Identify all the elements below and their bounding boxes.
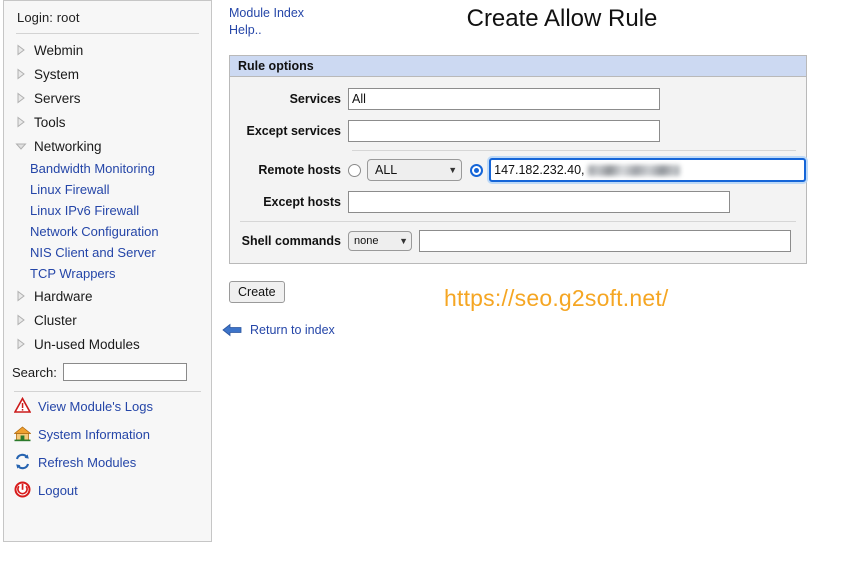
sidebar-tool-label: Logout [38, 482, 78, 498]
sidebar-item-network-configuration[interactable]: Network Configuration [4, 221, 211, 242]
shell-commands-label: Shell commands [241, 234, 341, 248]
except-services-input[interactable] [348, 120, 660, 142]
remote-hosts-input[interactable]: 147.182.232.40, [489, 158, 806, 182]
sidebar-item-label: Webmin [34, 42, 84, 58]
sidebar-tool-refresh-modules[interactable]: Refresh Modules [4, 448, 211, 476]
sidebar-item-label: Networking [34, 138, 102, 154]
power-icon [14, 481, 32, 499]
chevron-right-icon [14, 43, 30, 57]
except-services-label: Except services [246, 124, 341, 138]
home-icon [13, 425, 32, 443]
remote-hosts-label: Remote hosts [258, 163, 341, 177]
refresh-icon [14, 453, 32, 471]
sidebar-item-networking[interactable]: Networking [4, 134, 211, 158]
sidebar-item-nis-client-and-server[interactable]: NIS Client and Server [4, 242, 211, 263]
return-to-index-label: Return to index [250, 323, 335, 337]
sidebar-item-system[interactable]: System [4, 62, 211, 86]
sidebar-subitem-label: Bandwidth Monitoring [30, 161, 156, 176]
remote-hosts-radio-all[interactable] [348, 163, 361, 177]
sidebar-item-label: Tools [34, 114, 66, 130]
warning-triangle-icon [13, 396, 32, 415]
services-input[interactable] [348, 88, 660, 110]
chevron-down-icon: ▼ [448, 164, 458, 175]
sidebar-tool-logout[interactable]: Logout [4, 476, 211, 504]
sidebar-item-tools[interactable]: Tools [4, 110, 211, 134]
field-row-services: Services [230, 83, 806, 115]
field-row-except-services: Except services [230, 115, 806, 147]
main-content: Module Index Help.. Create Allow Rule Ru… [212, 0, 852, 571]
redacted-host-value [587, 164, 680, 176]
sidebar-item-bandwidth-monitoring[interactable]: Bandwidth Monitoring [4, 158, 211, 179]
login-label: Login: root [17, 10, 80, 25]
shell-commands-select[interactable]: none ▼ [348, 231, 412, 251]
sidebar-item-servers[interactable]: Servers [4, 86, 211, 110]
chevron-right-icon [14, 289, 30, 303]
sidebar-item-cluster[interactable]: Cluster [4, 308, 211, 332]
sidebar-item-label: Hardware [34, 288, 93, 304]
sidebar-tool-view-modules-logs[interactable]: View Module's Logs [4, 392, 211, 420]
sidebar-tool-label: System Information [38, 426, 150, 442]
sidebar-item-label: Un-used Modules [34, 336, 140, 352]
chevron-right-icon [14, 67, 30, 81]
sidebar-item-label: Servers [34, 90, 81, 106]
sidebar-item-un-used-modules[interactable]: Un-used Modules [4, 332, 211, 356]
shell-commands-input[interactable] [419, 230, 791, 252]
return-to-index-link[interactable]: Return to index [222, 322, 335, 338]
sidebar-subitem-label: TCP Wrappers [30, 266, 116, 281]
field-row-except-hosts: Except hosts [230, 186, 806, 218]
sidebar-item-tcp-wrappers[interactable]: TCP Wrappers [4, 263, 211, 284]
sidebar-tool-label: Refresh Modules [38, 454, 137, 470]
except-hosts-label: Except hosts [263, 195, 341, 209]
app-root: Login: root Webmin System Servers Tools … [0, 0, 852, 571]
sidebar-item-linux-ipv6-firewall[interactable]: Linux IPv6 Firewall [4, 200, 211, 221]
sidebar: Login: root Webmin System Servers Tools … [3, 0, 212, 542]
chevron-right-icon [14, 337, 30, 351]
sidebar-subitem-label: NIS Client and Server [30, 245, 156, 260]
panel-body: Services Except services Remote hosts AL… [230, 77, 806, 263]
chevron-down-icon: ▼ [399, 235, 408, 246]
section-divider [240, 221, 796, 222]
sidebar-tree: Webmin System Servers Tools Networking B… [4, 34, 211, 356]
section-divider [352, 150, 796, 151]
rule-options-panel: Rule options Services Except services Re… [229, 55, 807, 264]
search-input[interactable] [62, 363, 187, 381]
chevron-down-icon [14, 139, 30, 153]
sidebar-item-label: System [34, 66, 80, 82]
page-title: Create Allow Rule [466, 5, 658, 32]
sidebar-item-linux-firewall[interactable]: Linux Firewall [4, 179, 211, 200]
sidebar-tool-label: View Module's Logs [38, 398, 153, 414]
sidebar-subitem-label: Network Configuration [30, 224, 159, 239]
field-row-remote-hosts: Remote hosts ALL ▼ 147.182.232.40, [230, 154, 806, 186]
sidebar-item-webmin[interactable]: Webmin [4, 38, 211, 62]
remote-hosts-radio-custom[interactable] [470, 163, 484, 177]
sidebar-subitem-label: Linux Firewall [30, 182, 110, 197]
services-label: Services [289, 92, 341, 106]
chevron-right-icon [14, 91, 30, 105]
watermark: https://seo.g2soft.net/ [444, 285, 669, 311]
shell-commands-select-value: none [354, 235, 379, 247]
panel-header: Rule options [230, 56, 806, 77]
create-button[interactable]: Create [229, 281, 285, 303]
sidebar-tool-system-information[interactable]: System Information [4, 420, 211, 448]
except-hosts-input[interactable] [348, 191, 730, 213]
sidebar-search: Search: [4, 359, 211, 385]
arrow-left-icon [222, 322, 244, 338]
sidebar-item-label: Cluster [34, 312, 77, 328]
sidebar-item-hardware[interactable]: Hardware [4, 284, 211, 308]
chevron-right-icon [14, 313, 30, 327]
field-row-shell-commands: Shell commands none ▼ [230, 225, 806, 257]
remote-hosts-select-value: ALL [375, 163, 398, 177]
sidebar-subitem-label: Linux IPv6 Firewall [30, 203, 140, 218]
chevron-right-icon [14, 115, 30, 129]
search-label: Search: [12, 364, 57, 380]
remote-hosts-select[interactable]: ALL ▼ [367, 159, 463, 181]
remote-hosts-input-value: 147.182.232.40, [494, 163, 585, 177]
